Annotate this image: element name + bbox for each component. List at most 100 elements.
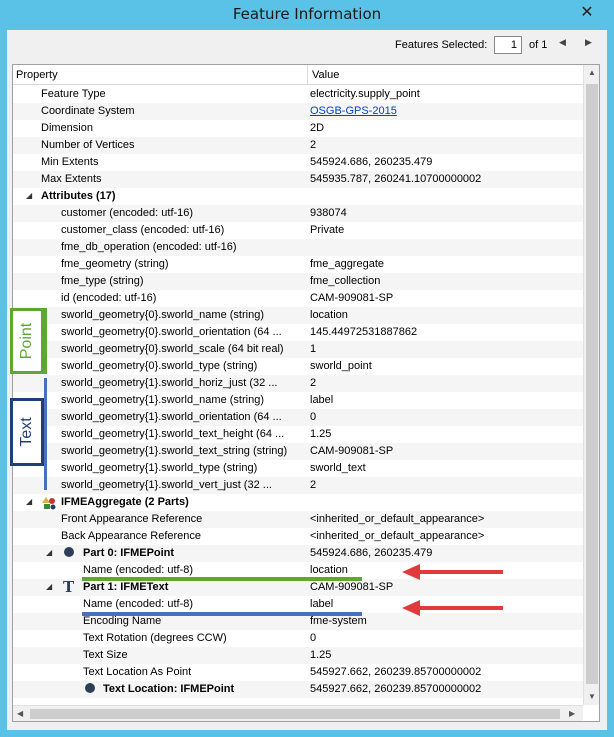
grid-row[interactable]: Text Rotation (degrees CCW) 0 (13, 630, 583, 647)
grid-row[interactable]: Coordinate System OSGB-GPS-2015 (13, 103, 583, 120)
text-name-underline (82, 612, 362, 616)
value-link[interactable]: OSGB-GPS-2015 (310, 105, 397, 117)
value-cell: label (310, 598, 334, 610)
value-cell: <inherited_or_default_appearance> (310, 530, 485, 542)
grid-row[interactable]: sworld_geometry{1}.sworld_type (string) s… (13, 460, 583, 477)
property-cell: Number of Vertices (41, 139, 135, 151)
property-cell: sworld_geometry{1}.sworld_horiz_just (32… (61, 377, 278, 389)
grid-row[interactable]: ◢ Part 0: IFMEPoint 545924.686, 260235.479 (13, 545, 583, 562)
property-cell: sworld_geometry{1}.sworld_text_height (6… (61, 428, 285, 440)
value-cell: location (310, 564, 348, 576)
horizontal-scrollbar[interactable]: ◀ ▶ (13, 705, 583, 721)
value-cell: electricity.supply_point (310, 88, 420, 100)
grid-row[interactable]: sworld_geometry{1}.sworld_orientation (6… (13, 409, 583, 426)
grid-row[interactable]: Dimension 2D (13, 120, 583, 137)
property-cell: Front Appearance Reference (61, 513, 203, 525)
grid-row[interactable]: id (encoded: utf-16) CAM-909081-SP (13, 290, 583, 307)
value-cell: 545924.686, 260235.479 (310, 156, 433, 168)
value-cell: 938074 (310, 207, 347, 219)
point-annotation-label: Point (18, 322, 35, 360)
grid-row[interactable]: sworld_geometry{0}.sworld_orientation (6… (13, 324, 583, 341)
scroll-right-icon[interactable]: ▶ (569, 709, 575, 718)
property-cell: sworld_geometry{1}.sworld_name (string) (61, 394, 264, 406)
grid-row[interactable]: Number of Vertices 2 (13, 137, 583, 154)
property-cell: Dimension (41, 122, 93, 134)
grid-row[interactable]: ◢ IFMEAggregate (2 Parts) (13, 494, 583, 511)
text-annotation-box: Text (10, 398, 44, 466)
grid-row[interactable]: Text Location As Point 545927.662, 260239… (13, 664, 583, 681)
property-column-header[interactable]: Property (16, 69, 58, 81)
property-cell: fme_geometry (string) (61, 258, 169, 270)
property-cell: sworld_geometry{0}.sworld_type (string) (61, 360, 258, 372)
grid-row[interactable]: Feature Type electricity.supply_point (13, 86, 583, 103)
scroll-up-icon[interactable]: ▲ (588, 68, 596, 77)
vertical-scroll-thumb[interactable] (586, 84, 598, 684)
grid-row[interactable]: Max Extents 545935.787, 260241.1070000000… (13, 171, 583, 188)
grid-row[interactable]: fme_type (string) fme_collection (13, 273, 583, 290)
grid-row[interactable]: Min Extents 545924.686, 260235.479 (13, 154, 583, 171)
scroll-left-icon[interactable]: ◀ (17, 709, 23, 718)
property-cell: customer_class (encoded: utf-16) (61, 224, 225, 236)
collapse-triangle-icon[interactable]: ◢ (26, 191, 32, 200)
scroll-down-icon[interactable]: ▼ (588, 692, 596, 701)
collapse-triangle-icon[interactable]: ◢ (46, 548, 52, 557)
value-cell: CAM-909081-SP (310, 445, 394, 457)
grid-row[interactable]: sworld_geometry{0}.sworld_name (string) l… (13, 307, 583, 324)
grid-row[interactable]: fme_geometry (string) fme_aggregate (13, 256, 583, 273)
value-cell: fme_aggregate (310, 258, 384, 270)
previous-feature-button[interactable]: ◀ (559, 37, 566, 48)
text-annotation-label: Text (18, 417, 35, 447)
grid-row[interactable]: customer (encoded: utf-16) 938074 (13, 205, 583, 222)
text-bracket-line (44, 378, 47, 490)
property-cell: sworld_geometry{0}.sworld_orientation (6… (61, 326, 282, 338)
property-cell: Min Extents (41, 156, 99, 168)
vertical-scrollbar[interactable]: ▲ ▼ (583, 65, 599, 705)
text-icon: T (63, 578, 75, 596)
collapse-triangle-icon[interactable]: ◢ (46, 582, 52, 591)
value-cell: CAM-909081-SP (310, 581, 394, 593)
grid-row[interactable]: sworld_geometry{1}.sworld_vert_just (32 … (13, 477, 583, 494)
next-feature-button[interactable]: ▶ (585, 37, 592, 48)
value-cell: 0 (310, 411, 317, 423)
value-cell: 0 (310, 632, 317, 644)
property-cell: sworld_geometry{1}.sworld_text_string (s… (61, 445, 288, 457)
property-cell: customer (encoded: utf-16) (61, 207, 194, 219)
property-cell: Back Appearance Reference (61, 530, 202, 542)
grid-row[interactable]: sworld_geometry{0}.sworld_type (string) s… (13, 358, 583, 375)
property-grid: Property Value Feature Type electricity.s… (12, 64, 600, 722)
value-column-header[interactable]: Value (312, 69, 339, 81)
property-cell: sworld_geometry{0}.sworld_scale (64 bit … (61, 343, 284, 355)
collapse-triangle-icon[interactable]: ◢ (26, 497, 32, 506)
value-cell: 145.44972531887862 (310, 326, 418, 338)
horizontal-scroll-thumb[interactable] (30, 709, 560, 719)
property-cell: id (encoded: utf-16) (61, 292, 157, 304)
grid-row[interactable]: ◢ Attributes (17) (13, 188, 583, 205)
feature-index-input[interactable] (494, 36, 522, 54)
value-cell: fme-system (310, 615, 367, 627)
value-cell: 545927.662, 260239.85700000002 (310, 683, 482, 695)
window-title: Feature Information (232, 5, 382, 23)
property-cell: fme_type (string) (61, 275, 144, 287)
grid-row[interactable]: Back Appearance Reference <inherited_or_d… (13, 528, 583, 545)
grid-row[interactable]: customer_class (encoded: utf-16) Private (13, 222, 583, 239)
grid-row[interactable]: sworld_geometry{1}.sworld_name (string) l… (13, 392, 583, 409)
grid-header: Property Value (13, 65, 583, 85)
features-selected-label: Features Selected: (395, 39, 488, 51)
value-cell: 1.25 (310, 649, 332, 661)
property-cell: sworld_geometry{1}.sworld_type (string) (61, 462, 258, 474)
value-cell: <inherited_or_default_appearance> (310, 513, 485, 525)
grid-row[interactable]: Front Appearance Reference <inherited_or_… (13, 511, 583, 528)
value-cell: 2 (310, 139, 317, 151)
grid-row[interactable]: sworld_geometry{0}.sworld_scale (64 bit … (13, 341, 583, 358)
grid-row[interactable]: fme_db_operation (encoded: utf-16) (13, 239, 583, 256)
property-cell: sworld_geometry{1}.sworld_vert_just (32 … (61, 479, 272, 491)
value-cell: CAM-909081-SP (310, 292, 394, 304)
grid-row[interactable]: sworld_geometry{1}.sworld_horiz_just (32… (13, 375, 583, 392)
grid-row[interactable]: Text Location: IFMEPoint 545927.662, 2602… (13, 681, 583, 698)
grid-row[interactable]: Text Size 1.25 (13, 647, 583, 664)
grid-row[interactable]: sworld_geometry{1}.sworld_text_string (s… (13, 443, 583, 460)
grid-row[interactable]: sworld_geometry{1}.sworld_text_height (6… (13, 426, 583, 443)
column-divider[interactable] (307, 65, 308, 85)
value-cell: sworld_text (310, 462, 366, 474)
close-button[interactable]: ✕ (578, 4, 596, 22)
